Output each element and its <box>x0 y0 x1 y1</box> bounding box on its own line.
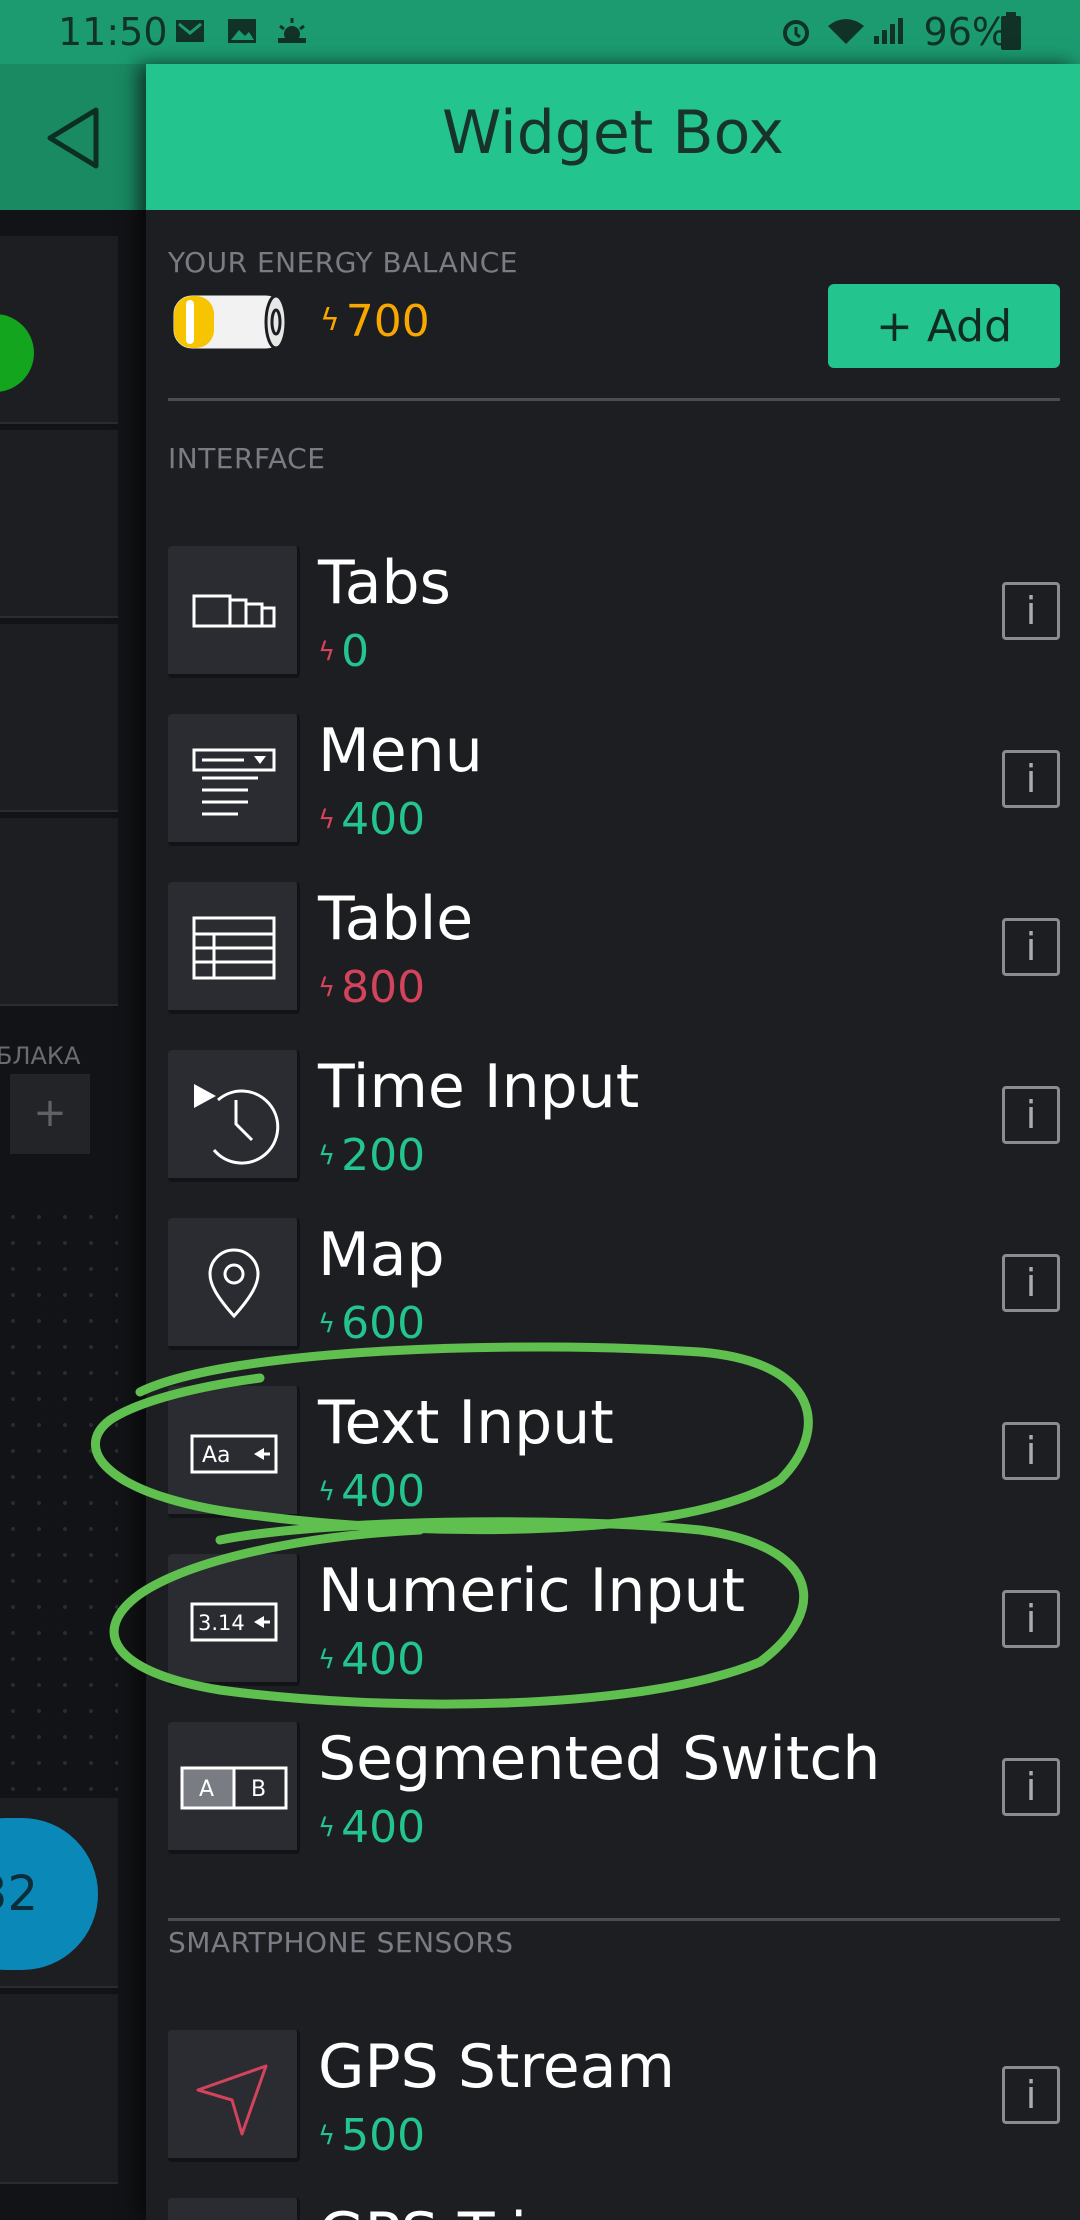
tabs-icon <box>168 546 300 678</box>
page-title: Widget Box <box>442 98 784 168</box>
divider <box>168 1918 1060 1921</box>
bolt-icon: ϟ <box>318 1141 336 1171</box>
info-button[interactable]: i <box>1002 582 1060 640</box>
svg-text:3.14: 3.14 <box>198 1611 245 1635</box>
energy-value: 700 <box>345 296 430 347</box>
bolt-icon: ϟ <box>318 1645 336 1675</box>
widget-cost: ϟ 400 <box>318 1634 426 1685</box>
wifi-icon <box>828 19 864 44</box>
info-button[interactable]: i <box>1002 2066 1060 2124</box>
numeric-input-icon: 3.14 <box>168 1554 300 1686</box>
weather-icon <box>278 18 306 43</box>
status-bar: 11:50 96% <box>0 0 1080 64</box>
background-add-button: + <box>10 1074 90 1154</box>
battery-icon <box>1001 12 1021 50</box>
segmented-switch-icon: AB <box>168 1722 300 1854</box>
widget-name: Time Input <box>318 1052 640 1122</box>
status-time: 11:50 <box>58 10 168 54</box>
gallery-icon <box>228 19 256 43</box>
widget-name: GPS Trigger <box>318 2200 665 2220</box>
background-tile <box>0 430 118 618</box>
battery-energy-icon <box>170 292 288 352</box>
widget-item-menu[interactable]: Menu ϟ 400 i <box>168 714 1060 846</box>
menu-icon <box>168 714 300 846</box>
info-button[interactable]: i <box>1002 1590 1060 1648</box>
text-input-icon: Aa <box>168 1386 300 1518</box>
add-energy-button[interactable]: + Add <box>828 284 1060 368</box>
widget-cost: ϟ 400 <box>318 1466 426 1517</box>
widget-name: Numeric Input <box>318 1556 746 1626</box>
widget-cost: ϟ 200 <box>318 1130 426 1181</box>
widget-name: GPS Stream <box>318 2032 675 2102</box>
widget-cost: ϟ 400 <box>318 794 426 845</box>
svg-text:Aa: Aa <box>202 1443 231 1468</box>
widget-item-gps-stream[interactable]: GPS Stream ϟ 500 i <box>168 2030 1060 2162</box>
svg-text:B: B <box>251 1777 266 1802</box>
widget-name: Menu <box>318 716 483 786</box>
widget-item-gps-trigger[interactable]: GPS Trigger <box>168 2198 1060 2220</box>
bolt-icon: ϟ <box>318 637 336 667</box>
info-button[interactable]: i <box>1002 1086 1060 1144</box>
background-tile <box>0 1994 118 2184</box>
widget-box-drawer: Widget Box YOUR ENERGY BALANCE ϟ 700 + Ad… <box>146 64 1080 2220</box>
info-button[interactable]: i <box>1002 1422 1060 1480</box>
widget-cost: ϟ 600 <box>318 1298 426 1349</box>
section-label-smartphone-sensors: SMARTPHONE SENSORS <box>168 1926 514 1959</box>
bolt-icon: ϟ <box>318 2121 336 2151</box>
widget-item-text-input[interactable]: Aa Text Input ϟ 400 i <box>168 1386 1060 1518</box>
bolt-icon: ϟ <box>318 1813 336 1843</box>
widget-item-map[interactable]: Map ϟ 600 i <box>168 1218 1060 1350</box>
energy-label: YOUR ENERGY BALANCE <box>168 246 518 279</box>
bolt-icon: ϟ <box>318 1309 336 1339</box>
widget-item-numeric-input[interactable]: 3.14 Numeric Input ϟ 400 i <box>168 1554 1060 1686</box>
bolt-icon: ϟ <box>318 1477 336 1507</box>
gps-trigger-icon <box>168 2198 300 2220</box>
bolt-icon: ϟ <box>318 973 336 1003</box>
signal-icon <box>874 18 903 44</box>
background-app: БЛАКА + 32 <box>0 64 146 2220</box>
widget-name: Tabs <box>318 548 451 618</box>
gps-arrow-icon <box>168 2030 300 2162</box>
background-tile <box>0 624 118 812</box>
widget-cost: ϟ 400 <box>318 1802 426 1853</box>
widget-cost: ϟ 800 <box>318 962 426 1013</box>
battery-percent: 96% <box>923 10 1008 54</box>
alarm-icon <box>783 20 809 46</box>
widget-cost: ϟ0 <box>318 626 370 677</box>
back-icon[interactable] <box>44 106 104 170</box>
section-label-interface: INTERFACE <box>168 442 326 475</box>
svg-text:A: A <box>199 1777 214 1802</box>
gmail-icon <box>176 20 204 42</box>
info-button[interactable]: i <box>1002 918 1060 976</box>
widget-name: Segmented Switch <box>318 1724 881 1794</box>
info-button[interactable]: i <box>1002 1758 1060 1816</box>
widget-item-tabs[interactable]: Tabs ϟ0 i <box>168 546 1060 678</box>
divider <box>168 398 1060 401</box>
background-tile <box>0 818 118 1006</box>
widget-cost: ϟ 500 <box>318 2110 426 2161</box>
background-grid <box>0 1204 118 1804</box>
info-button[interactable]: i <box>1002 750 1060 808</box>
map-pin-icon <box>168 1218 300 1350</box>
widget-name: Map <box>318 1220 445 1290</box>
bolt-icon: ϟ <box>318 805 336 835</box>
widget-item-table[interactable]: Table ϟ 800 i <box>168 882 1060 1014</box>
widget-item-time-input[interactable]: Time Input ϟ 200 i <box>168 1050 1060 1182</box>
table-icon <box>168 882 300 1014</box>
widget-name: Table <box>318 884 474 954</box>
bolt-icon: ϟ <box>320 303 340 338</box>
energy-balance: ϟ 700 <box>320 296 430 347</box>
background-label: БЛАКА <box>0 1042 81 1070</box>
drawer-header: Widget Box <box>146 64 1080 210</box>
time-input-icon <box>168 1050 300 1182</box>
widget-item-segmented-switch[interactable]: AB Segmented Switch ϟ 400 i <box>168 1722 1060 1854</box>
widget-name: Text Input <box>318 1388 614 1458</box>
info-button[interactable]: i <box>1002 1254 1060 1312</box>
